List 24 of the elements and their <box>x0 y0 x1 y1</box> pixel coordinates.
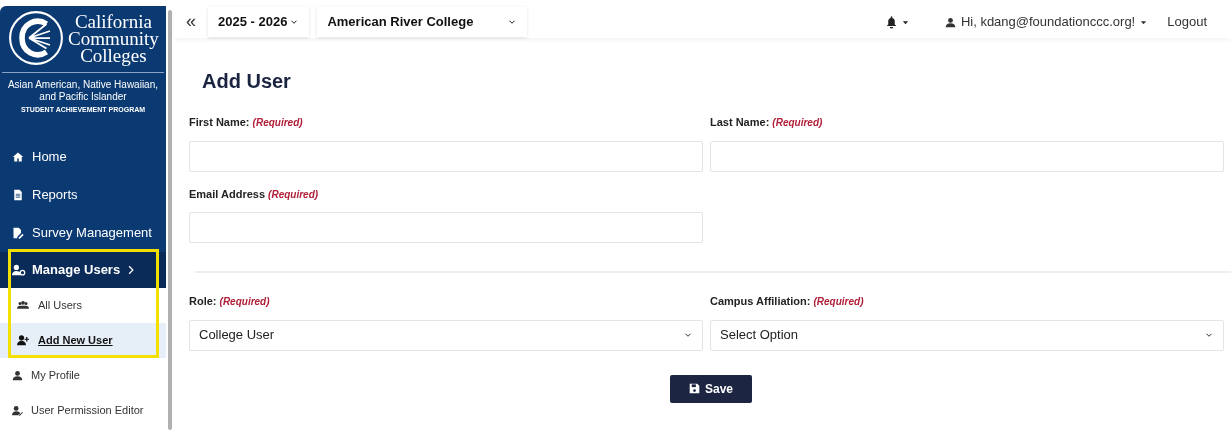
save-button[interactable]: Save <box>670 374 753 403</box>
field-label: Email Address (Required) <box>189 186 320 202</box>
field-label: First Name: (Required) <box>189 115 304 130</box>
field-label: Campus Affiliation: (Required) <box>710 294 865 309</box>
nav-item[interactable]: Manage Users <box>0 251 166 288</box>
nav-item[interactable]: Reports <box>0 175 166 214</box>
field-label: Role: (Required) <box>189 294 271 309</box>
nav-item[interactable]: Survey Management <box>0 213 166 252</box>
collapse-button[interactable]: « <box>186 11 196 33</box>
nav-item[interactable]: My Profile <box>0 357 166 393</box>
field-label: Last Name: (Required) <box>710 115 824 130</box>
select-dropdown[interactable]: Select Option <box>710 319 1224 351</box>
logo-text: Community <box>68 29 159 47</box>
page-title: Add User <box>201 69 292 94</box>
program-name: Asian American, Native Hawaiian, and Pacific Islander <box>6 79 160 103</box>
nav-item[interactable]: User Permission Editor <box>0 392 166 428</box>
nav-item[interactable]: Home <box>0 137 166 176</box>
logo-text: Colleges <box>80 46 147 64</box>
user-menu[interactable]: Hi, kdang@foundationccc.org! <box>944 12 1148 32</box>
logo-text: California <box>74 12 152 30</box>
year-dropdown[interactable]: 2025 - 2026 <box>208 7 310 37</box>
college-dropdown[interactable]: American River College <box>317 7 528 37</box>
select-dropdown[interactable]: College User <box>189 319 703 351</box>
logout-link[interactable]: Logout <box>1167 12 1207 32</box>
